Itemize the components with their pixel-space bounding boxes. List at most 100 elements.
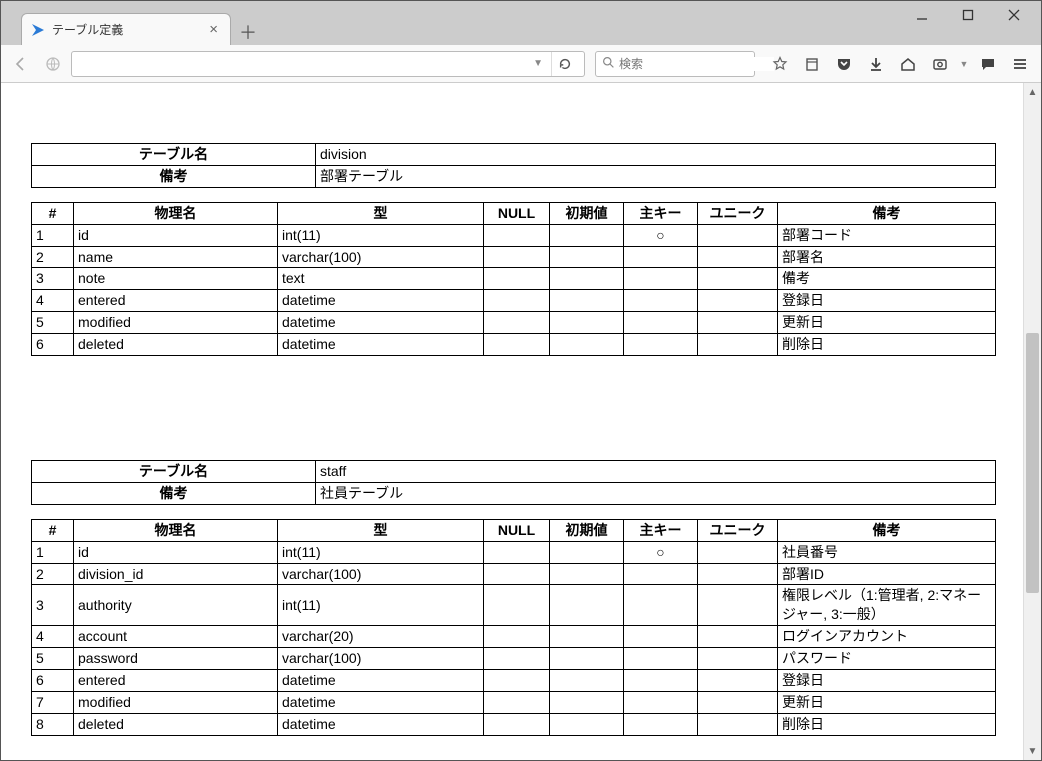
- cell-note: 登録日: [778, 670, 996, 692]
- cell-type: int(11): [278, 541, 484, 563]
- cell-type: varchar(100): [278, 563, 484, 585]
- cell-null: [484, 670, 550, 692]
- cell-n: 3: [32, 585, 74, 626]
- cell-type: varchar(100): [278, 648, 484, 670]
- screenshot-icon[interactable]: [925, 50, 955, 78]
- cell-def: [550, 246, 624, 268]
- close-button[interactable]: [991, 1, 1037, 29]
- cell-null: [484, 585, 550, 626]
- cell-type: int(11): [278, 585, 484, 626]
- vertical-scrollbar[interactable]: ▲ ▼: [1023, 83, 1041, 760]
- window-controls: [899, 1, 1037, 29]
- value-table-name: division: [316, 144, 996, 166]
- cell-phys: note: [74, 268, 278, 290]
- table-row: 6entereddatetime登録日: [32, 670, 996, 692]
- cell-n: 5: [32, 648, 74, 670]
- reload-button[interactable]: [551, 52, 578, 76]
- search-bar[interactable]: [595, 51, 755, 77]
- cell-pk: [624, 563, 698, 585]
- cell-n: 2: [32, 563, 74, 585]
- screenshot-dropdown-icon[interactable]: ▼: [957, 50, 971, 78]
- url-bar[interactable]: ▼: [71, 51, 585, 77]
- tab-title: テーブル定義: [52, 21, 205, 38]
- columns-table: #物理名型NULL初期値主キーユニーク備考1idint(11)○社員番号2div…: [31, 519, 996, 736]
- cell-n: 4: [32, 290, 74, 312]
- cell-type: varchar(20): [278, 626, 484, 648]
- cell-note: 部署名: [778, 246, 996, 268]
- cell-uniq: [698, 541, 778, 563]
- col-header-def: 初期値: [550, 202, 624, 224]
- table-row: 7modifieddatetime更新日: [32, 691, 996, 713]
- cell-n: 1: [32, 541, 74, 563]
- toolbar: ▼: [765, 50, 1035, 78]
- cell-note: 備考: [778, 268, 996, 290]
- cell-pk: ○: [624, 541, 698, 563]
- col-header-def: 初期値: [550, 519, 624, 541]
- scroll-thumb[interactable]: [1026, 333, 1039, 593]
- cell-note: 削除日: [778, 334, 996, 356]
- downloads-icon[interactable]: [861, 50, 891, 78]
- table-row: 2division_idvarchar(100)部署ID: [32, 563, 996, 585]
- cell-n: 4: [32, 626, 74, 648]
- cell-uniq: [698, 626, 778, 648]
- maximize-button[interactable]: [945, 1, 991, 29]
- cell-phys: entered: [74, 670, 278, 692]
- library-icon[interactable]: [797, 50, 827, 78]
- cell-uniq: [698, 713, 778, 735]
- cell-note: 更新日: [778, 691, 996, 713]
- cell-n: 6: [32, 334, 74, 356]
- col-header-uniq: ユニーク: [698, 519, 778, 541]
- search-input[interactable]: [619, 57, 774, 71]
- cell-phys: deleted: [74, 713, 278, 735]
- home-icon[interactable]: [893, 50, 923, 78]
- globe-icon[interactable]: [39, 50, 67, 78]
- cell-null: [484, 648, 550, 670]
- cell-uniq: [698, 648, 778, 670]
- col-header-note: 備考: [778, 202, 996, 224]
- tab-close-icon[interactable]: ×: [205, 21, 222, 38]
- cell-def: [550, 541, 624, 563]
- new-tab-button[interactable]: ＋: [239, 19, 257, 45]
- url-input[interactable]: [78, 56, 529, 71]
- scroll-up-icon[interactable]: ▲: [1024, 83, 1041, 101]
- cell-null: [484, 541, 550, 563]
- cell-note: 社員番号: [778, 541, 996, 563]
- bookmark-star-icon[interactable]: [765, 50, 795, 78]
- cell-pk: [624, 713, 698, 735]
- cell-n: 7: [32, 691, 74, 713]
- col-header-null: NULL: [484, 519, 550, 541]
- browser-tab[interactable]: テーブル定義 ×: [21, 13, 231, 45]
- scroll-down-icon[interactable]: ▼: [1024, 742, 1041, 760]
- label-remarks: 備考: [32, 482, 316, 504]
- page-body: テーブル名division備考部署テーブル#物理名型NULL初期値主キーユニーク…: [1, 83, 1023, 760]
- cell-uniq: [698, 334, 778, 356]
- cell-pk: [624, 691, 698, 713]
- label-table-name: テーブル名: [32, 144, 316, 166]
- cell-null: [484, 246, 550, 268]
- cell-pk: [624, 268, 698, 290]
- col-header-pk: 主キー: [624, 519, 698, 541]
- cell-pk: [624, 626, 698, 648]
- pocket-icon[interactable]: [829, 50, 859, 78]
- cell-uniq: [698, 691, 778, 713]
- table-row: 4entereddatetime登録日: [32, 290, 996, 312]
- cell-n: 3: [32, 268, 74, 290]
- back-button[interactable]: [7, 50, 35, 78]
- cell-type: datetime: [278, 312, 484, 334]
- cell-uniq: [698, 224, 778, 246]
- cell-phys: authority: [74, 585, 278, 626]
- minimize-button[interactable]: [899, 1, 945, 29]
- chat-icon[interactable]: [973, 50, 1003, 78]
- url-dropdown-icon[interactable]: ▼: [529, 58, 547, 69]
- cell-phys: id: [74, 541, 278, 563]
- cell-phys: account: [74, 626, 278, 648]
- cell-note: 部署コード: [778, 224, 996, 246]
- cell-type: datetime: [278, 713, 484, 735]
- cell-note: 削除日: [778, 713, 996, 735]
- table-row: 1idint(11) ○ 社員番号: [32, 541, 996, 563]
- cell-def: [550, 312, 624, 334]
- cell-phys: modified: [74, 312, 278, 334]
- cell-phys: name: [74, 246, 278, 268]
- menu-icon[interactable]: [1005, 50, 1035, 78]
- cell-n: 2: [32, 246, 74, 268]
